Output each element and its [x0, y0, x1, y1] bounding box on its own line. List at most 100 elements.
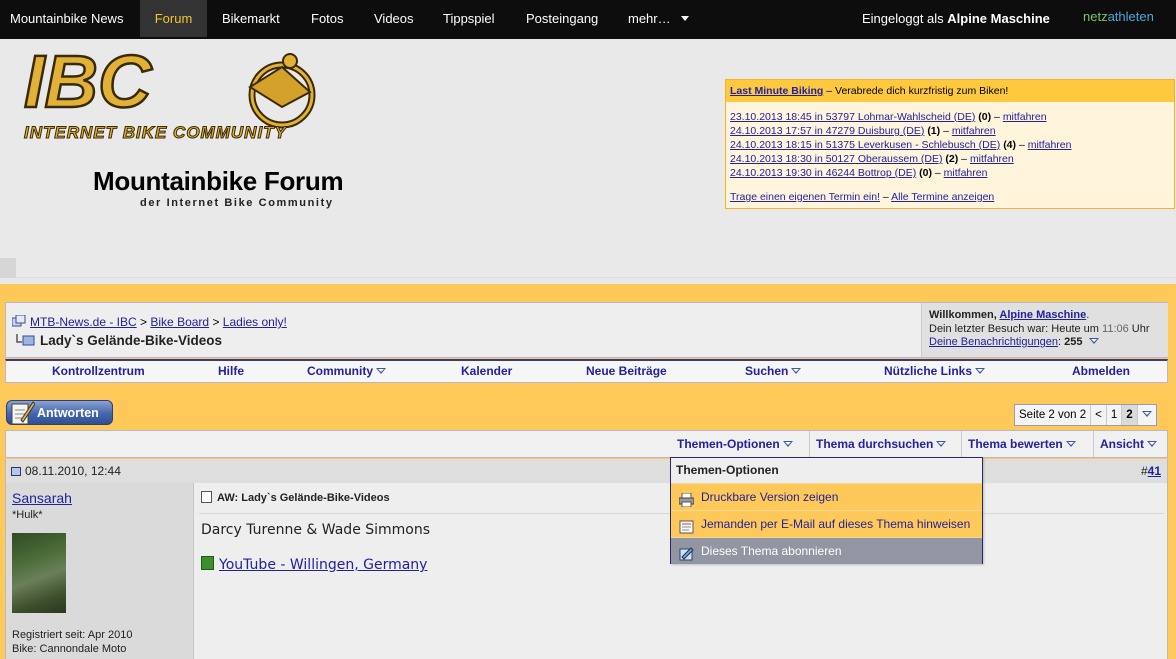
event-link[interactable]: 24.10.2013 17:57 in 47279 Duisburg (DE) — [730, 125, 924, 137]
join-link[interactable]: mitfahren — [1003, 111, 1047, 123]
menu-suchen[interactable]: Suchen — [745, 364, 802, 378]
film-icon — [201, 556, 214, 570]
list-item: 23.10.2013 18:45 in 53797 Lohmar-Wahlsch… — [730, 111, 1047, 123]
event-link[interactable]: 23.10.2013 18:45 in 53797 Lohmar-Wahlsch… — [730, 111, 975, 123]
document-icon — [201, 491, 212, 503]
rate-thread-button[interactable]: Thema bewerten — [961, 431, 1076, 457]
welcome-user-link[interactable]: Alpine Maschine — [999, 309, 1086, 321]
join-link[interactable]: mitfahren — [970, 153, 1014, 165]
post-author-link[interactable]: Sansarah — [12, 490, 72, 506]
join-link[interactable]: mitfahren — [1028, 139, 1072, 151]
post-title: AW: Lady`s Gelände-Bike-Videos — [201, 491, 390, 504]
notifications-link[interactable]: Deine Benachrichtigungen — [929, 336, 1058, 348]
thread-options-button[interactable]: Themen-Optionen — [671, 431, 793, 457]
menu-community[interactable]: Community — [307, 364, 386, 378]
page-1-link[interactable]: 1 — [1107, 405, 1123, 425]
subscribe-thread-label: Dieses Thema abonnieren — [701, 544, 842, 558]
avatar[interactable] — [12, 533, 66, 613]
list-item: 24.10.2013 18:30 in 50127 Oberaussem (DE… — [730, 153, 1014, 165]
breadcrumb-separator: > — [140, 315, 148, 329]
logged-in-info: Eingeloggt als Alpine Maschine — [862, 0, 1050, 37]
menu-kontrollzentrum[interactable]: Kontrollzentrum — [52, 364, 145, 378]
pagination: Seite 2 von 2 < 1 2 — [1014, 404, 1157, 426]
email-thread-item[interactable]: Jemanden per E-Mail auf dieses Thema hin… — [671, 510, 982, 537]
add-event-link[interactable]: Trage einen eigenen Termin ein! — [730, 191, 880, 203]
page-2-current: 2 — [1122, 405, 1138, 425]
menu-abmelden[interactable]: Abmelden — [1072, 364, 1130, 378]
breadcrumb-item-ladies-only[interactable]: Ladies only! — [223, 315, 287, 329]
last-minute-list: 23.10.2013 18:45 in 53797 Lohmar-Wahlsch… — [726, 102, 1174, 180]
last-visit-prefix: Dein letzter Besuch war: Heute um — [929, 322, 1103, 335]
search-thread-button[interactable]: Thema durchsuchen — [809, 431, 947, 457]
last-minute-header: Last Minute Biking – Verabrede dich kurz… — [726, 80, 1174, 102]
breadcrumb-item-bike-board[interactable]: Bike Board — [150, 315, 209, 329]
menu-community-label: Community — [307, 364, 373, 378]
ibc-logo[interactable]: IBC INTERNET BIKE COMMUNITY — [20, 39, 366, 147]
chevron-down-icon — [975, 368, 986, 374]
last-minute-link[interactable]: Last Minute Biking — [730, 85, 823, 97]
last-minute-tagline: – Verabrede dich kurzfristig zum Biken! — [823, 85, 1009, 97]
join-link[interactable]: mitfahren — [952, 125, 996, 137]
event-link[interactable]: 24.10.2013 18:15 in 51375 Leverkusen - S… — [730, 139, 1000, 151]
welcome-period: . — [1086, 309, 1090, 321]
chevron-down-icon — [936, 441, 947, 447]
event-link[interactable]: 24.10.2013 18:30 in 50127 Oberaussem (DE… — [730, 153, 942, 165]
subscribe-thread-item[interactable]: Dieses Thema abonnieren — [671, 537, 982, 564]
netzathleten-logo[interactable]: netzathleten — [1083, 0, 1154, 37]
nav-videos[interactable]: Videos — [374, 0, 414, 37]
post-date: 08.11.2010, 12:44 — [11, 464, 121, 478]
home-icon — [11, 314, 26, 327]
post-number: #41 — [1141, 464, 1161, 478]
post-title-text: AW: Lady`s Gelände-Bike-Videos — [217, 492, 390, 504]
event-link[interactable]: 24.10.2013 19:30 in 46244 Bottrop (DE) — [730, 167, 916, 179]
menu-nuetzliche-links[interactable]: Nützliche Links — [884, 364, 986, 378]
post-number-link[interactable]: 41 — [1148, 464, 1161, 478]
last-minute-biking-box: Last Minute Biking – Verabrede dich kurz… — [725, 79, 1175, 209]
thread-tools-bar: Themen-Optionen Thema durchsuchen Thema … — [5, 430, 1168, 458]
navbar: MTB-News.de - IBC > Bike Board > Ladies … — [5, 302, 1168, 358]
email-thread-label: Jemanden per E-Mail auf dieses Thema hin… — [701, 517, 971, 531]
menu-hilfe[interactable]: Hilfe — [218, 364, 244, 378]
all-events-link[interactable]: Alle Termine anzeigen — [891, 191, 994, 203]
thread-options-dropdown: Themen-Optionen Druckbare Version zeigen… — [670, 457, 983, 564]
display-mode-button[interactable]: Ansicht — [1093, 431, 1158, 457]
nav-bikemarkt[interactable]: Bikemarkt — [222, 0, 280, 37]
header-divider — [16, 277, 1176, 278]
join-link[interactable]: mitfahren — [944, 167, 988, 179]
nav-forum[interactable]: Forum — [140, 0, 207, 37]
menu-kalender[interactable]: Kalender — [461, 364, 512, 378]
forum-menubar: Kontrollzentrum Hilfe Community Kalender… — [5, 359, 1168, 383]
caret-down-icon — [681, 16, 690, 21]
user-title: *Hulk* — [12, 509, 43, 521]
post-number-prefix: # — [1140, 464, 1148, 478]
post-date-text: 08.11.2010, 12:44 — [25, 464, 121, 478]
nav-tippspiel[interactable]: Tippspiel — [443, 0, 495, 37]
youtube-link[interactable]: YouTube - Willingen, Germany — [219, 557, 427, 573]
reply-button-label: Antworten — [37, 406, 99, 420]
post-header: 08.11.2010, 12:44 #41 — [5, 459, 1168, 483]
chevron-down-icon — [376, 368, 386, 374]
nav-posteingang[interactable]: Posteingang — [526, 0, 598, 37]
nav-mountainbike-news[interactable]: Mountainbike News — [10, 0, 123, 37]
rate-thread-label: Thema bewerten — [968, 437, 1063, 451]
brand-part1: netz — [1083, 9, 1108, 24]
top-navigation: Mountainbike News Forum Bikemarkt Fotos … — [0, 0, 1176, 39]
thread-options-label: Themen-Optionen — [677, 437, 780, 451]
reply-button[interactable]: Antworten — [6, 400, 113, 425]
print-version-item[interactable]: Druckbare Version zeigen — [671, 483, 982, 510]
breadcrumb: MTB-News.de - IBC > Bike Board > Ladies … — [11, 314, 287, 329]
chevron-down-icon[interactable] — [1088, 338, 1099, 344]
logged-in-user[interactable]: Alpine Maschine — [947, 11, 1050, 26]
logo-subtext: INTERNET BIKE COMMUNITY — [24, 123, 288, 142]
page-jump-dropdown[interactable] — [1138, 405, 1156, 425]
email-icon — [679, 517, 694, 534]
breadcrumb-item-mtb-news[interactable]: MTB-News.de - IBC — [30, 315, 137, 329]
nav-fotos[interactable]: Fotos — [311, 0, 344, 37]
thread-title-text: Lady`s Gelände-Bike-Videos — [40, 333, 223, 348]
chevron-down-icon — [782, 441, 793, 447]
page-prev-button[interactable]: < — [1091, 405, 1107, 425]
nav-mehr[interactable]: mehr… — [628, 0, 690, 37]
welcome-panel: Willkommen, Alpine Maschine. Dein letzte… — [921, 303, 1168, 357]
thread-title: Lady`s Gelände-Bike-Videos — [16, 333, 222, 348]
menu-neue-beitraege[interactable]: Neue Beiträge — [586, 364, 667, 378]
